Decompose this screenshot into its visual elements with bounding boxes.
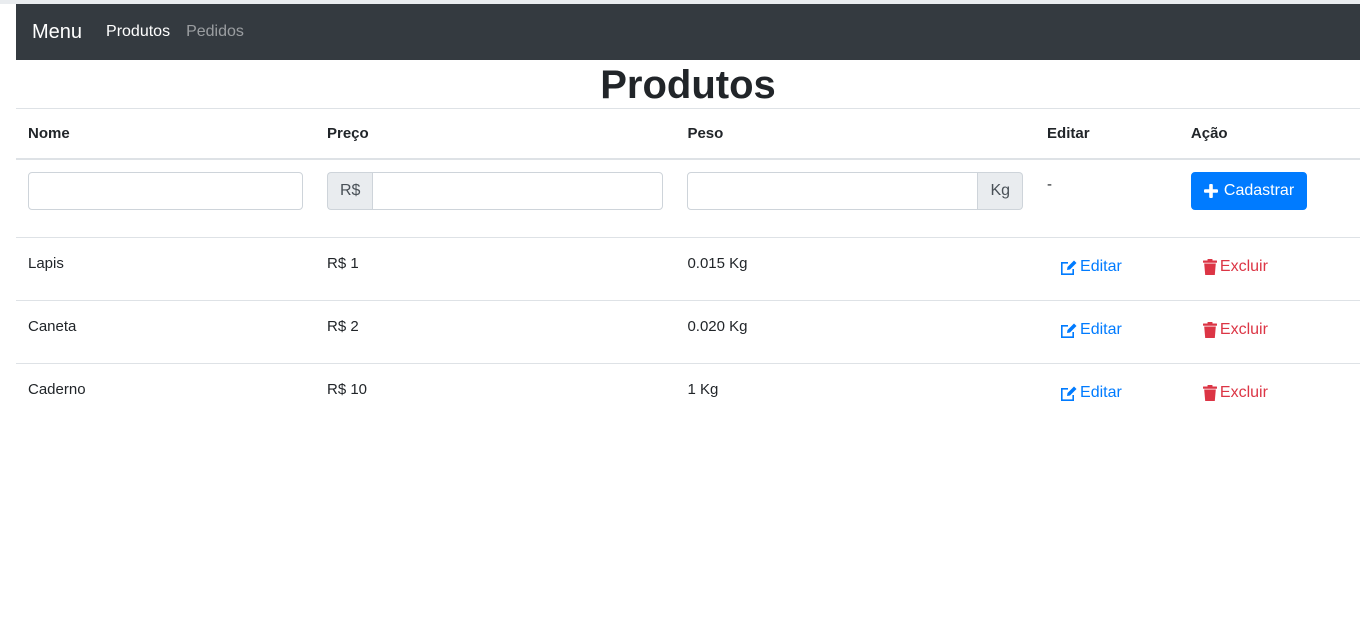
edit-label: Editar <box>1080 258 1122 275</box>
edit-button[interactable]: Editar <box>1059 321 1122 339</box>
table-header-row: Nome Preço Peso Editar Ação <box>16 108 1360 160</box>
table-row: Caderno R$ 10 1 Kg Editar Excluir <box>16 363 1360 427</box>
nome-input[interactable] <box>28 171 303 210</box>
cell-nome: Lapis <box>16 237 315 301</box>
cell-acao: Excluir <box>1178 300 1360 364</box>
delete-label: Excluir <box>1219 258 1268 275</box>
cell-nome: Caneta <box>16 300 315 364</box>
cadastrar-label: Cadastrar <box>1223 181 1295 199</box>
peso-cell: Kg <box>675 158 1036 238</box>
page-title: Produtos <box>600 63 776 107</box>
cell-nome: Caderno <box>16 363 315 427</box>
nav-link-pedidos[interactable]: Pedidos <box>186 23 244 41</box>
preco-cell: R$ <box>315 158 676 238</box>
edit-button[interactable]: Editar <box>1059 258 1122 276</box>
preco-input[interactable] <box>372 171 664 210</box>
nome-cell <box>16 158 315 238</box>
trash-icon <box>1202 322 1217 338</box>
editar-placeholder-cell: - <box>1035 158 1179 238</box>
header-editar: Editar <box>1035 108 1179 160</box>
preco-prefix: R$ <box>327 171 373 210</box>
cell-preco: R$ 2 <box>315 300 676 364</box>
navbar-brand[interactable]: Menu <box>32 21 82 44</box>
navbar: Menu Produtos Pedidos <box>16 4 1360 60</box>
edit-button[interactable]: Editar <box>1059 384 1122 402</box>
trash-icon <box>1202 385 1217 401</box>
cell-peso: 0.020 Kg <box>675 300 1036 364</box>
table-row: Caneta R$ 2 0.020 Kg Editar Excluir <box>16 300 1360 364</box>
trash-icon <box>1202 259 1217 275</box>
peso-suffix: Kg <box>978 171 1024 210</box>
cadastrar-button[interactable]: Cadastrar <box>1190 171 1308 210</box>
cell-editar: Editar <box>1035 300 1179 364</box>
editar-placeholder: - <box>1047 175 1053 193</box>
nav-link-produtos[interactable]: Produtos <box>106 23 170 41</box>
delete-button[interactable]: Excluir <box>1202 258 1268 276</box>
peso-input[interactable] <box>687 171 979 210</box>
cell-preco: R$ 10 <box>315 363 676 427</box>
products-table: Nome Preço Peso Editar Ação R$ Kg - Cada… <box>16 108 1360 427</box>
edit-icon <box>1059 385 1077 401</box>
delete-button[interactable]: Excluir <box>1202 321 1268 339</box>
cell-editar: Editar <box>1035 237 1179 301</box>
delete-button[interactable]: Excluir <box>1202 384 1268 402</box>
cell-acao: Excluir <box>1178 363 1360 427</box>
cell-editar: Editar <box>1035 363 1179 427</box>
edit-label: Editar <box>1080 321 1122 338</box>
cell-preco: R$ 1 <box>315 237 676 301</box>
header-nome: Nome <box>16 108 315 160</box>
plus-icon <box>1203 183 1218 198</box>
peso-input-group: Kg <box>687 171 1024 210</box>
header-peso: Peso <box>675 108 1036 160</box>
delete-label: Excluir <box>1219 384 1268 401</box>
cell-acao: Excluir <box>1178 237 1360 301</box>
header-acao: Ação <box>1178 108 1360 160</box>
edit-label: Editar <box>1080 384 1122 401</box>
acao-cell: Cadastrar <box>1178 158 1360 238</box>
delete-label: Excluir <box>1219 321 1268 338</box>
preco-input-group: R$ <box>327 171 664 210</box>
table-row: Lapis R$ 1 0.015 Kg Editar Excluir <box>16 237 1360 301</box>
edit-icon <box>1059 259 1077 275</box>
cell-peso: 1 Kg <box>675 363 1036 427</box>
header-preco: Preço <box>315 108 676 160</box>
new-product-form-row: R$ Kg - Cadastrar <box>16 158 1360 238</box>
cell-peso: 0.015 Kg <box>675 237 1036 301</box>
edit-icon <box>1059 322 1077 338</box>
